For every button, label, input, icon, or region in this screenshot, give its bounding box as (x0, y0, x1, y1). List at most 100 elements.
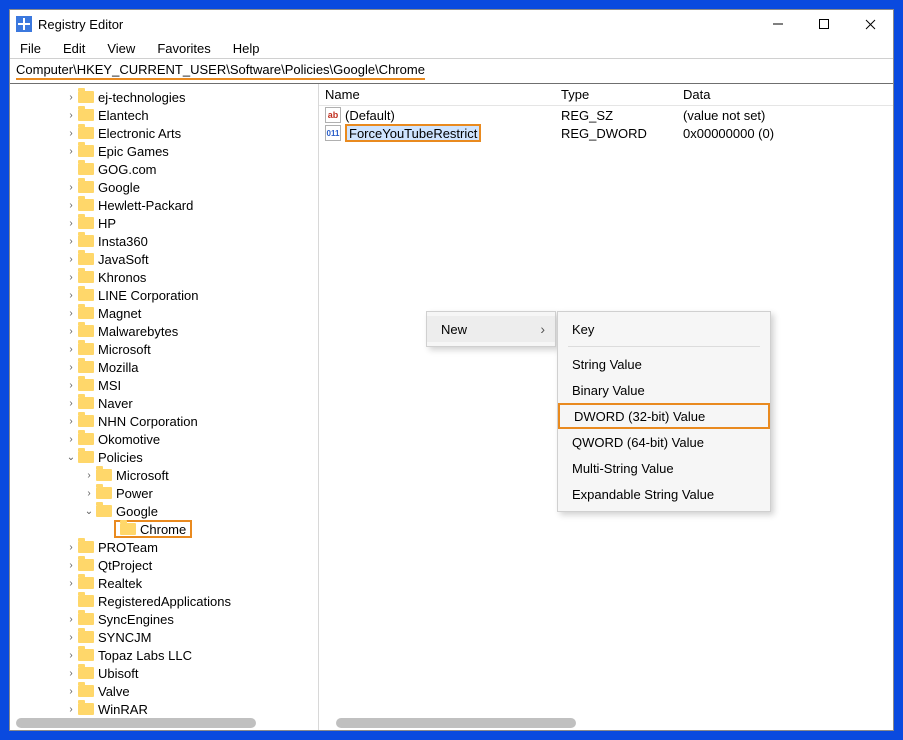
tree-item[interactable]: ›GOG.com (10, 160, 318, 178)
tree-item[interactable]: ›HP (10, 214, 318, 232)
tree-item[interactable]: ›MSI (10, 376, 318, 394)
tree-item[interactable]: ⌄Policies (10, 448, 318, 466)
chevron-right-icon[interactable]: › (64, 92, 78, 103)
tree-item[interactable]: ›Ubisoft (10, 664, 318, 682)
tree-item[interactable]: ›SyncEngines (10, 610, 318, 628)
chevron-right-icon[interactable]: › (64, 542, 78, 553)
chevron-right-icon[interactable]: › (64, 146, 78, 157)
folder-icon (78, 703, 94, 715)
menu-favorites[interactable]: Favorites (153, 40, 214, 57)
chevron-right-icon[interactable]: › (64, 398, 78, 409)
chevron-right-icon[interactable]: › (64, 200, 78, 211)
tree-pane[interactable]: ›ej-technologies›Elantech›Electronic Art… (10, 84, 319, 730)
menu-help[interactable]: Help (229, 40, 264, 57)
chevron-right-icon[interactable]: › (64, 344, 78, 355)
ctx-label: QWORD (64-bit) Value (572, 435, 704, 450)
chevron-right-icon[interactable]: › (64, 686, 78, 697)
chevron-right-icon[interactable]: › (82, 470, 96, 481)
chevron-right-icon[interactable]: › (82, 488, 96, 499)
chevron-right-icon[interactable]: › (64, 308, 78, 319)
chevron-right-icon[interactable]: › (64, 218, 78, 229)
chevron-right-icon[interactable]: › (64, 416, 78, 427)
tree-item[interactable]: ›PROTeam (10, 538, 318, 556)
folder-icon (78, 145, 94, 157)
tree-item[interactable]: ›Epic Games (10, 142, 318, 160)
chevron-right-icon[interactable]: › (64, 704, 78, 715)
tree-label: GOG.com (98, 162, 157, 177)
chevron-down-icon[interactable]: ⌄ (64, 452, 78, 463)
ctx-item[interactable]: QWORD (64-bit) Value (558, 429, 770, 455)
tree-item[interactable]: ›Microsoft (10, 466, 318, 484)
tree-item[interactable]: › Valve (10, 682, 318, 700)
tree-item[interactable]: ›Malwarebytes (10, 322, 318, 340)
tree-item[interactable]: ›Okomotive (10, 430, 318, 448)
selected-tree-item[interactable]: Chrome (114, 520, 192, 538)
list-scrollbar[interactable] (336, 718, 576, 728)
tree-item[interactable]: ›Topaz Labs LLC (10, 646, 318, 664)
chevron-right-icon[interactable]: › (64, 578, 78, 589)
tree-item[interactable]: ›Realtek (10, 574, 318, 592)
tree-item[interactable]: ›RegisteredApplications (10, 592, 318, 610)
maximize-button[interactable] (801, 10, 847, 38)
ctx-item-new[interactable]: New (427, 316, 555, 342)
chevron-right-icon[interactable]: › (64, 434, 78, 445)
tree-item[interactable]: ›Magnet (10, 304, 318, 322)
chevron-right-icon[interactable]: › (64, 560, 78, 571)
tree-item[interactable]: ›WinRAR (10, 700, 318, 716)
minimize-button[interactable] (755, 10, 801, 38)
col-header-type[interactable]: Type (561, 87, 683, 102)
chevron-right-icon[interactable]: › (64, 614, 78, 625)
tree-item[interactable]: ›Power (10, 484, 318, 502)
chevron-right-icon[interactable]: › (64, 362, 78, 373)
chevron-right-icon[interactable]: › (64, 254, 78, 265)
chevron-right-icon[interactable]: › (64, 632, 78, 643)
tree-item[interactable]: ›SYNCJM (10, 628, 318, 646)
tree-item[interactable]: ›Hewlett-Packard (10, 196, 318, 214)
chevron-right-icon[interactable]: › (64, 272, 78, 283)
chevron-right-icon[interactable]: › (64, 128, 78, 139)
chevron-right-icon[interactable]: › (64, 650, 78, 661)
tree-label: LINE Corporation (98, 288, 198, 303)
chevron-right-icon[interactable]: › (64, 668, 78, 679)
tree-label: Valve (98, 684, 130, 699)
tree-item[interactable]: ›ej-technologies (10, 88, 318, 106)
tree-item[interactable]: ›Elantech (10, 106, 318, 124)
col-header-name[interactable]: Name (325, 87, 561, 102)
tree-item[interactable]: › LINE Corporation (10, 286, 318, 304)
tree-item[interactable]: ›Khronos (10, 268, 318, 286)
tree-scrollbar[interactable] (16, 718, 256, 728)
chevron-right-icon[interactable]: › (64, 290, 78, 301)
tree-item[interactable]: ›Microsoft (10, 340, 318, 358)
ctx-item[interactable]: Binary Value (558, 377, 770, 403)
chevron-right-icon[interactable]: › (64, 326, 78, 337)
tree-item[interactable]: ›QtProject (10, 556, 318, 574)
tree-item[interactable]: ›NHN Corporation (10, 412, 318, 430)
close-button[interactable] (847, 10, 893, 38)
col-header-data[interactable]: Data (683, 87, 893, 102)
tree-item[interactable]: ⌄Google (10, 502, 318, 520)
chevron-right-icon[interactable]: › (64, 182, 78, 193)
tree-item[interactable]: ›Chrome (10, 520, 318, 538)
tree-item[interactable]: ›Google (10, 178, 318, 196)
ctx-item[interactable]: Multi-String Value (558, 455, 770, 481)
chevron-right-icon[interactable]: › (64, 236, 78, 247)
list-row[interactable]: ab(Default)REG_SZ(value not set) (319, 106, 893, 124)
ctx-item[interactable]: DWORD (32-bit) Value (558, 403, 770, 429)
chevron-right-icon[interactable]: › (64, 380, 78, 391)
address-bar[interactable]: Computer\HKEY_CURRENT_USER\Software\Poli… (10, 58, 893, 84)
chevron-down-icon[interactable]: ⌄ (82, 506, 96, 517)
tree-item[interactable]: ›JavaSoft (10, 250, 318, 268)
list-row[interactable]: 011ForceYouTubeRestrictREG_DWORD0x000000… (319, 124, 893, 142)
menu-file[interactable]: File (16, 40, 45, 57)
menu-view[interactable]: View (103, 40, 139, 57)
ctx-item[interactable]: Key (558, 316, 770, 342)
menu-edit[interactable]: Edit (59, 40, 89, 57)
ctx-item[interactable]: Expandable String Value (558, 481, 770, 507)
titlebar: Registry Editor (10, 10, 893, 38)
ctx-item[interactable]: String Value (558, 351, 770, 377)
tree-item[interactable]: ›Mozilla (10, 358, 318, 376)
chevron-right-icon[interactable]: › (64, 110, 78, 121)
tree-item[interactable]: ›Electronic Arts (10, 124, 318, 142)
tree-item[interactable]: ›Naver (10, 394, 318, 412)
tree-item[interactable]: ›Insta360 (10, 232, 318, 250)
